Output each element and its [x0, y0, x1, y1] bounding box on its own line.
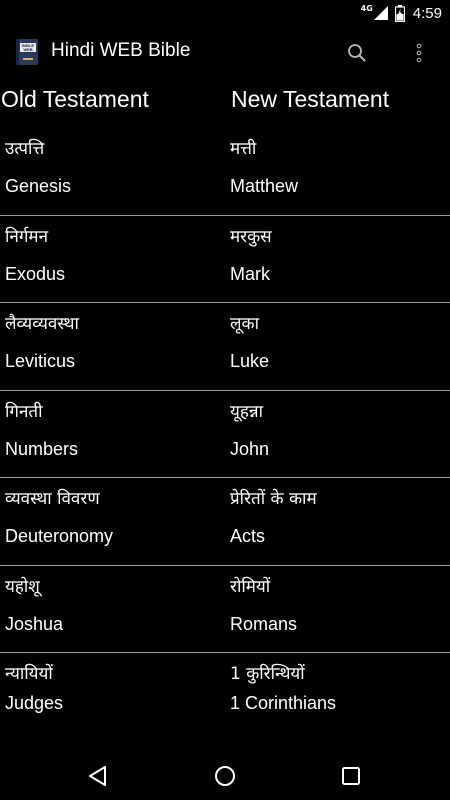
- icon-text-bottom: WEB: [23, 47, 32, 52]
- book-item-acts[interactable]: प्रेरितों के काम Acts: [225, 478, 450, 565]
- book-english-name: Exodus: [5, 263, 66, 284]
- book-item-joshua[interactable]: यहोशू Joshua: [0, 566, 225, 653]
- recents-button[interactable]: [335, 760, 367, 792]
- book-hindi-name: उत्पत्ति: [5, 139, 45, 159]
- book-hindi-name: लैव्यव्यवस्था: [5, 314, 79, 334]
- book-english-name: John: [230, 438, 270, 459]
- home-button[interactable]: [209, 760, 241, 792]
- book-hindi-name: निर्गमन: [5, 226, 49, 247]
- book-english-name: Romans: [230, 613, 298, 634]
- book-item-exodus[interactable]: निर्गमन Exodus: [0, 216, 225, 303]
- book-english-name: Leviticus: [5, 351, 76, 371]
- book-hindi-name: गिनती: [5, 401, 43, 422]
- old-testament-header: Old Testament: [1, 86, 149, 112]
- book-item-deuteronomy[interactable]: व्यवस्था विवरण Deuteronomy: [0, 478, 225, 565]
- book-item-judges[interactable]: न्यायियों Judges: [0, 653, 225, 740]
- status-icons: 4G 4:59: [361, 3, 442, 23]
- book-item-1-corinthians[interactable]: 1 कुरिन्थियों 1 Corinthians: [225, 653, 450, 740]
- book-item-numbers[interactable]: गिनती Numbers: [0, 391, 225, 478]
- recents-icon: [342, 767, 360, 785]
- book-item-mark[interactable]: मरकुस Mark: [225, 216, 450, 303]
- book-row: गिनती Numbers यूहन्ना John: [0, 391, 450, 478]
- book-row: लैव्यव्यवस्था Leviticus लूका Luke: [0, 303, 450, 391]
- book-hindi-name: 1 कुरिन्थियों: [230, 664, 305, 684]
- book-english-name: Numbers: [5, 438, 79, 459]
- battery-icon: [394, 4, 405, 22]
- book-hindi-name: मरकुस: [230, 226, 272, 247]
- book-hindi-name: व्यवस्था विवरण: [5, 489, 100, 509]
- book-item-john[interactable]: यूहन्ना John: [225, 391, 450, 478]
- book-row: व्यवस्था विवरण Deuteronomy प्रेरितों के …: [0, 478, 450, 566]
- more-vert-icon: [416, 43, 422, 63]
- bible-book-icon: BIBLE WEB: [16, 39, 38, 65]
- book-item-romans[interactable]: रोमियों Romans: [225, 566, 450, 653]
- book-hindi-name: यहोशू: [5, 576, 40, 597]
- book-english-name: Mark: [230, 263, 270, 284]
- home-icon: [215, 766, 235, 786]
- search-button[interactable]: [343, 39, 371, 67]
- book-row: निर्गमन Exodus मरकुस Mark: [0, 216, 450, 303]
- app-bar: BIBLE WEB Hindi WEB Bible: [0, 25, 450, 81]
- book-item-matthew[interactable]: मत्ती Matthew: [225, 128, 450, 215]
- system-nav-bar: [0, 752, 450, 800]
- new-testament-header: New Testament: [231, 86, 390, 112]
- search-icon: [348, 44, 366, 62]
- book-english-name: Matthew: [230, 176, 299, 196]
- book-hindi-name: यूहन्ना: [230, 401, 263, 422]
- clock: 4:59: [412, 4, 442, 22]
- book-hindi-name: मत्ती: [230, 139, 257, 159]
- book-hindi-name: न्यायियों: [5, 664, 53, 684]
- book-item-luke[interactable]: लूका Luke: [225, 303, 450, 390]
- book-english-name: Joshua: [5, 613, 64, 634]
- book-english-name: Deuteronomy: [5, 526, 114, 546]
- book-english-name: Genesis: [5, 176, 72, 196]
- overflow-menu-button[interactable]: [405, 39, 433, 67]
- book-english-name: Acts: [230, 526, 266, 546]
- back-icon: [89, 766, 106, 786]
- book-english-name: 1 Corinthians: [230, 693, 337, 713]
- book-list: उत्पत्ति Genesis मत्ती Matthew निर्गमन E…: [0, 128, 450, 741]
- network-type-label: 4G: [360, 3, 373, 13]
- book-item-genesis[interactable]: उत्पत्ति Genesis: [0, 128, 225, 215]
- book-hindi-name: प्रेरितों के काम: [230, 489, 317, 509]
- book-row: न्यायियों Judges 1 कुरिन्थियों 1 Corinth…: [0, 653, 450, 741]
- status-bar: 4G 4:59: [0, 0, 450, 25]
- book-english-name: Judges: [5, 693, 64, 713]
- book-row: यहोशू Joshua रोमियों Romans: [0, 566, 450, 653]
- book-item-leviticus[interactable]: लैव्यव्यवस्था Leviticus: [0, 303, 225, 390]
- app-title: Hindi WEB Bible: [51, 40, 191, 61]
- book-row: उत्पत्ति Genesis मत्ती Matthew: [0, 128, 450, 216]
- signal-icon: [373, 6, 388, 20]
- book-english-name: Luke: [230, 351, 270, 371]
- book-hindi-name: रोमियों: [230, 576, 271, 597]
- book-hindi-name: लूका: [230, 314, 259, 334]
- back-button[interactable]: [82, 760, 114, 792]
